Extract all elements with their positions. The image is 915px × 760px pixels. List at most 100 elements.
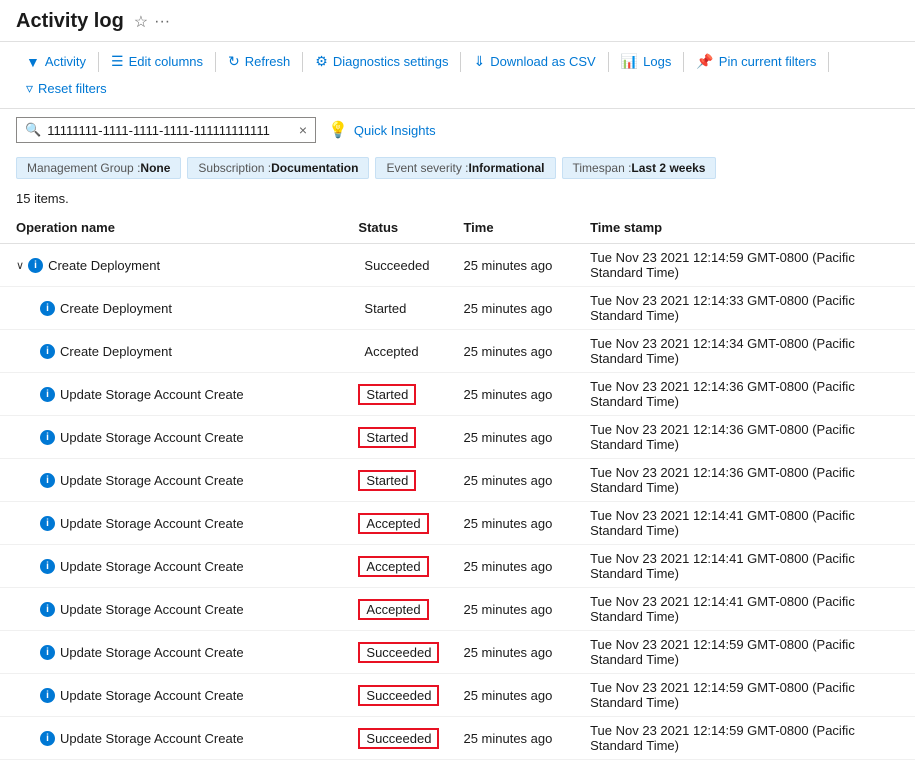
table-header-row: Operation name Status Time Time stamp: [0, 212, 915, 244]
filters-bar: Management Group : None Subscription : D…: [0, 151, 915, 185]
search-input-wrap: 🔍 ×: [16, 117, 316, 143]
chart-icon: 📊: [621, 53, 638, 70]
table-row[interactable]: i Update Storage Account Create Accepted 25…: [0, 545, 915, 588]
info-icon: i: [40, 387, 55, 402]
table-row[interactable]: i Update Storage Account Create Started 25 …: [0, 373, 915, 416]
time-cell: 25 minutes ago: [447, 287, 574, 330]
filter-event-severity[interactable]: Event severity : Informational: [375, 157, 555, 179]
operation-name: Update Storage Account Create: [60, 516, 244, 531]
operation-name: Update Storage Account Create: [60, 645, 244, 660]
status-badge: Succeeded: [358, 642, 439, 663]
time-cell: 25 minutes ago: [447, 545, 574, 588]
status-badge: Started: [358, 384, 416, 405]
status-badge: Accepted: [358, 556, 428, 577]
col-header-timestamp: Time stamp: [574, 212, 915, 244]
pin-filters-button[interactable]: 📌 Pin current filters: [686, 48, 826, 75]
operation-name: Update Storage Account Create: [60, 559, 244, 574]
search-input[interactable]: [47, 123, 299, 138]
col-header-time: Time: [447, 212, 574, 244]
page-title: Activity log: [16, 10, 124, 33]
columns-icon: ☰: [111, 53, 124, 70]
col-header-status: Status: [342, 212, 447, 244]
search-bar: 🔍 × 💡 Quick Insights: [0, 109, 915, 151]
table-row[interactable]: iUpdate Storage Account CreateSucceeded2…: [0, 717, 915, 760]
logs-button[interactable]: 📊 Logs: [611, 48, 682, 75]
col-header-operation: Operation name: [0, 212, 342, 244]
info-icon: i: [40, 344, 55, 359]
timestamp-cell: Tue Nov 23 2021 12:14:33 GMT-0800 (Pacif…: [574, 287, 915, 330]
expand-icon[interactable]: ∨: [16, 259, 24, 272]
operation-name: Update Storage Account Create: [60, 387, 244, 402]
clear-search-icon[interactable]: ×: [299, 122, 307, 138]
timestamp-cell: Tue Nov 23 2021 12:14:59 GMT-0800 (Pacif…: [574, 631, 915, 674]
operation-name: Update Storage Account Create: [60, 430, 244, 445]
reset-filters-button[interactable]: ▿ Reset filters: [16, 75, 117, 102]
status-badge: Accepted: [358, 513, 428, 534]
time-cell: 25 minutes ago: [447, 459, 574, 502]
filter-management-group[interactable]: Management Group : None: [16, 157, 181, 179]
status-badge: Started: [358, 427, 416, 448]
pin-icon: 📌: [696, 53, 713, 70]
star-icon[interactable]: ☆: [134, 12, 148, 32]
quick-insights-button[interactable]: 💡 Quick Insights: [328, 120, 436, 140]
operation-name: Update Storage Account Create: [60, 473, 244, 488]
operation-name: Create Deployment: [60, 344, 172, 359]
status-badge: Started: [358, 300, 412, 317]
table-row[interactable]: iUpdate Storage Account CreateSucceeded2…: [0, 631, 915, 674]
table-row[interactable]: iUpdate Storage Account CreateSucceeded2…: [0, 674, 915, 717]
time-cell: 25 minutes ago: [447, 674, 574, 717]
timestamp-cell: Tue Nov 23 2021 12:14:41 GMT-0800 (Pacif…: [574, 502, 915, 545]
activity-table: Operation name Status Time Time stamp ∨i…: [0, 212, 915, 760]
status-badge: Accepted: [358, 599, 428, 620]
timestamp-cell: Tue Nov 23 2021 12:14:41 GMT-0800 (Pacif…: [574, 588, 915, 631]
edit-columns-button[interactable]: ☰ Edit columns: [101, 48, 213, 75]
timestamp-cell: Tue Nov 23 2021 12:14:36 GMT-0800 (Pacif…: [574, 416, 915, 459]
refresh-button[interactable]: ↻ Refresh: [218, 48, 300, 75]
table-row[interactable]: i Update Storage Account Create Accepted 25…: [0, 502, 915, 545]
title-bar: Activity log ☆ ···: [0, 0, 915, 42]
activity-button[interactable]: ▼ Activity: [16, 49, 96, 75]
lightbulb-icon: 💡: [328, 120, 348, 140]
timestamp-cell: Tue Nov 23 2021 12:14:36 GMT-0800 (Pacif…: [574, 373, 915, 416]
chevron-down-icon: ▼: [26, 54, 40, 70]
timestamp-cell: Tue Nov 23 2021 12:14:34 GMT-0800 (Pacif…: [574, 330, 915, 373]
status-badge: Started: [358, 470, 416, 491]
time-cell: 25 minutes ago: [447, 502, 574, 545]
info-icon: i: [40, 559, 55, 574]
operation-name: Update Storage Account Create: [60, 602, 244, 617]
table-row[interactable]: iUpdate Storage Account CreateStarted25 …: [0, 459, 915, 502]
timestamp-cell: Tue Nov 23 2021 12:14:59 GMT-0800 (Pacif…: [574, 674, 915, 717]
download-csv-button[interactable]: ⇓ Download as CSV: [463, 48, 605, 75]
time-cell: 25 minutes ago: [447, 588, 574, 631]
operation-name: Update Storage Account Create: [60, 731, 244, 746]
operation-name: Create Deployment: [60, 301, 172, 316]
timestamp-cell: Tue Nov 23 2021 12:14:41 GMT-0800 (Pacif…: [574, 545, 915, 588]
toolbar: ▼ Activity ☰ Edit columns ↻ Refresh ⚙ Di…: [0, 42, 915, 109]
timestamp-cell: Tue Nov 23 2021 12:14:59 GMT-0800 (Pacif…: [574, 717, 915, 760]
operation-name: Update Storage Account Create: [60, 688, 244, 703]
more-icon[interactable]: ···: [154, 13, 170, 31]
time-cell: 25 minutes ago: [447, 416, 574, 459]
status-badge: Succeeded: [358, 685, 439, 706]
table-row[interactable]: i Create Deployment Started 25 minutes agoT…: [0, 287, 915, 330]
divider: [460, 52, 461, 72]
filter-subscription[interactable]: Subscription : Documentation: [187, 157, 369, 179]
download-icon: ⇓: [473, 53, 485, 70]
timestamp-cell: Tue Nov 23 2021 12:14:36 GMT-0800 (Pacif…: [574, 459, 915, 502]
info-icon: i: [40, 602, 55, 617]
table-row[interactable]: ∨iCreate DeploymentSucceeded25 minutes a…: [0, 244, 915, 287]
table-row[interactable]: i Update Storage Account Create Accepted 25…: [0, 588, 915, 631]
filter-timespan[interactable]: Timespan : Last 2 weeks: [562, 157, 717, 179]
info-icon: i: [40, 731, 55, 746]
table-row[interactable]: iUpdate Storage Account CreateStarted25 …: [0, 416, 915, 459]
time-cell: 25 minutes ago: [447, 330, 574, 373]
table-row[interactable]: iCreate DeploymentAccepted25 minutes ago…: [0, 330, 915, 373]
status-badge: Succeeded: [358, 257, 435, 274]
time-cell: 25 minutes ago: [447, 373, 574, 416]
status-badge: Succeeded: [358, 728, 439, 749]
filter-icon: ▿: [26, 80, 33, 97]
info-icon: i: [40, 301, 55, 316]
info-icon: i: [40, 516, 55, 531]
time-cell: 25 minutes ago: [447, 244, 574, 287]
diagnostics-button[interactable]: ⚙ Diagnostics settings: [305, 48, 458, 75]
